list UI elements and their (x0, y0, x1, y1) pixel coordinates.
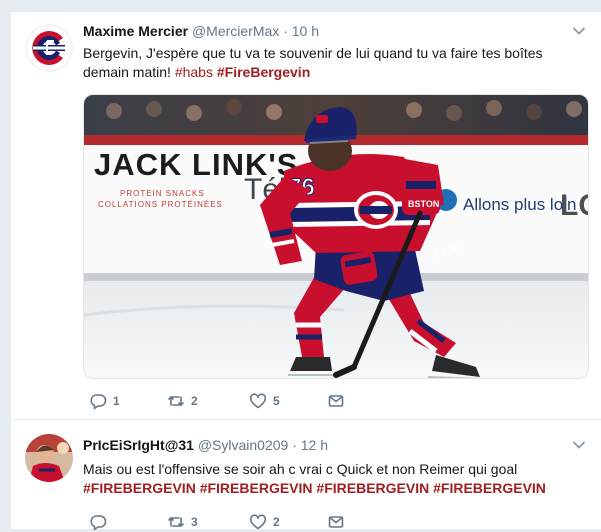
reply-button[interactable]: 1 (89, 391, 120, 411)
hockey-player-photo: JACK LINK'S PROTEIN SNACKS COLLATIONS PR… (84, 95, 589, 378)
sign-left-sub1: PROTEIN SNACKS (120, 189, 205, 198)
heart-icon (249, 514, 267, 530)
author-handle[interactable]: @MercierMax (192, 23, 279, 39)
hashtag-link[interactable]: #FIREBERGEVIN (433, 480, 546, 496)
like-count: 2 (273, 515, 280, 529)
reply-icon (90, 394, 107, 410)
retweet-icon (168, 396, 184, 406)
sign-left-sub2: COLLATIONS PROTÉINÉES (98, 200, 223, 209)
reply-icon (90, 515, 107, 531)
chevron-down-icon[interactable] (572, 24, 586, 38)
direct-message-button[interactable] (327, 391, 345, 411)
tweet-actions: 3 2 (83, 512, 363, 532)
glove-brand: BSTON (408, 199, 439, 209)
user-photo-avatar (25, 434, 73, 482)
like-button[interactable]: 5 (249, 391, 280, 411)
reply-count: 1 (113, 394, 120, 408)
tweet-header: Maxime Mercier @MercierMax · 10 h (83, 22, 319, 40)
retweet-button[interactable]: 2 (167, 391, 198, 411)
reply-button[interactable] (89, 512, 113, 532)
separator: · (292, 437, 297, 453)
author-name[interactable]: Maxime Mercier (83, 23, 188, 39)
tweet[interactable]: PrIcEiSrIgHt@31 @Sylvain0209 · 12 h Mais… (11, 420, 601, 532)
direct-message-icon (328, 395, 344, 407)
hashtag-link[interactable]: #FIREBERGEVIN (83, 480, 196, 496)
direct-message-icon (328, 516, 344, 528)
chevron-down-icon[interactable] (572, 438, 586, 452)
tweet-body: Mais ou est l'offensive se soir ah c vra… (83, 461, 518, 477)
direct-message-button[interactable] (327, 512, 345, 532)
avatar[interactable] (25, 434, 73, 482)
tweet-header: PrIcEiSrIgHt@31 @Sylvain0209 · 12 h (83, 436, 328, 454)
habs-logo-avatar (25, 24, 73, 72)
tweet-text: Mais ou est l'offensive se soir ah c vra… (83, 460, 583, 498)
tweet-text: Bergevin, J'espère que tu va te souvenir… (83, 44, 583, 82)
author-handle[interactable]: @Sylvain0209 (198, 437, 289, 453)
retweet-count: 3 (191, 515, 198, 529)
retweet-icon (168, 517, 184, 527)
retweet-button[interactable]: 3 (167, 512, 198, 532)
avatar[interactable] (25, 24, 73, 72)
timestamp[interactable]: 10 h (292, 23, 319, 39)
retweet-count: 2 (191, 394, 198, 408)
tweet-actions: 1 2 5 (83, 391, 363, 411)
hashtag-link[interactable]: #FIREBERGEVIN (316, 480, 429, 496)
tweet[interactable]: Maxime Mercier @MercierMax · 10 h Bergev… (11, 12, 601, 420)
tweet-body: Bergevin, J'espère que tu va te souvenir… (83, 45, 543, 80)
separator: · (283, 23, 288, 39)
tweet-photo[interactable]: JACK LINK'S PROTEIN SNACKS COLLATIONS PR… (83, 94, 589, 379)
sign-logo: LG (560, 189, 589, 222)
author-name[interactable]: PrIcEiSrIgHt@31 (83, 437, 194, 453)
hashtag-link[interactable]: #FireBergevin (217, 64, 310, 80)
heart-icon (249, 393, 267, 409)
timeline: Maxime Mercier @MercierMax · 10 h Bergev… (10, 12, 601, 532)
hashtag-link[interactable]: #FIREBERGEVIN (200, 480, 313, 496)
like-count: 5 (273, 394, 280, 408)
timestamp[interactable]: 12 h (301, 437, 328, 453)
like-button[interactable]: 2 (249, 512, 280, 532)
hashtag-link[interactable]: #habs (175, 64, 213, 80)
